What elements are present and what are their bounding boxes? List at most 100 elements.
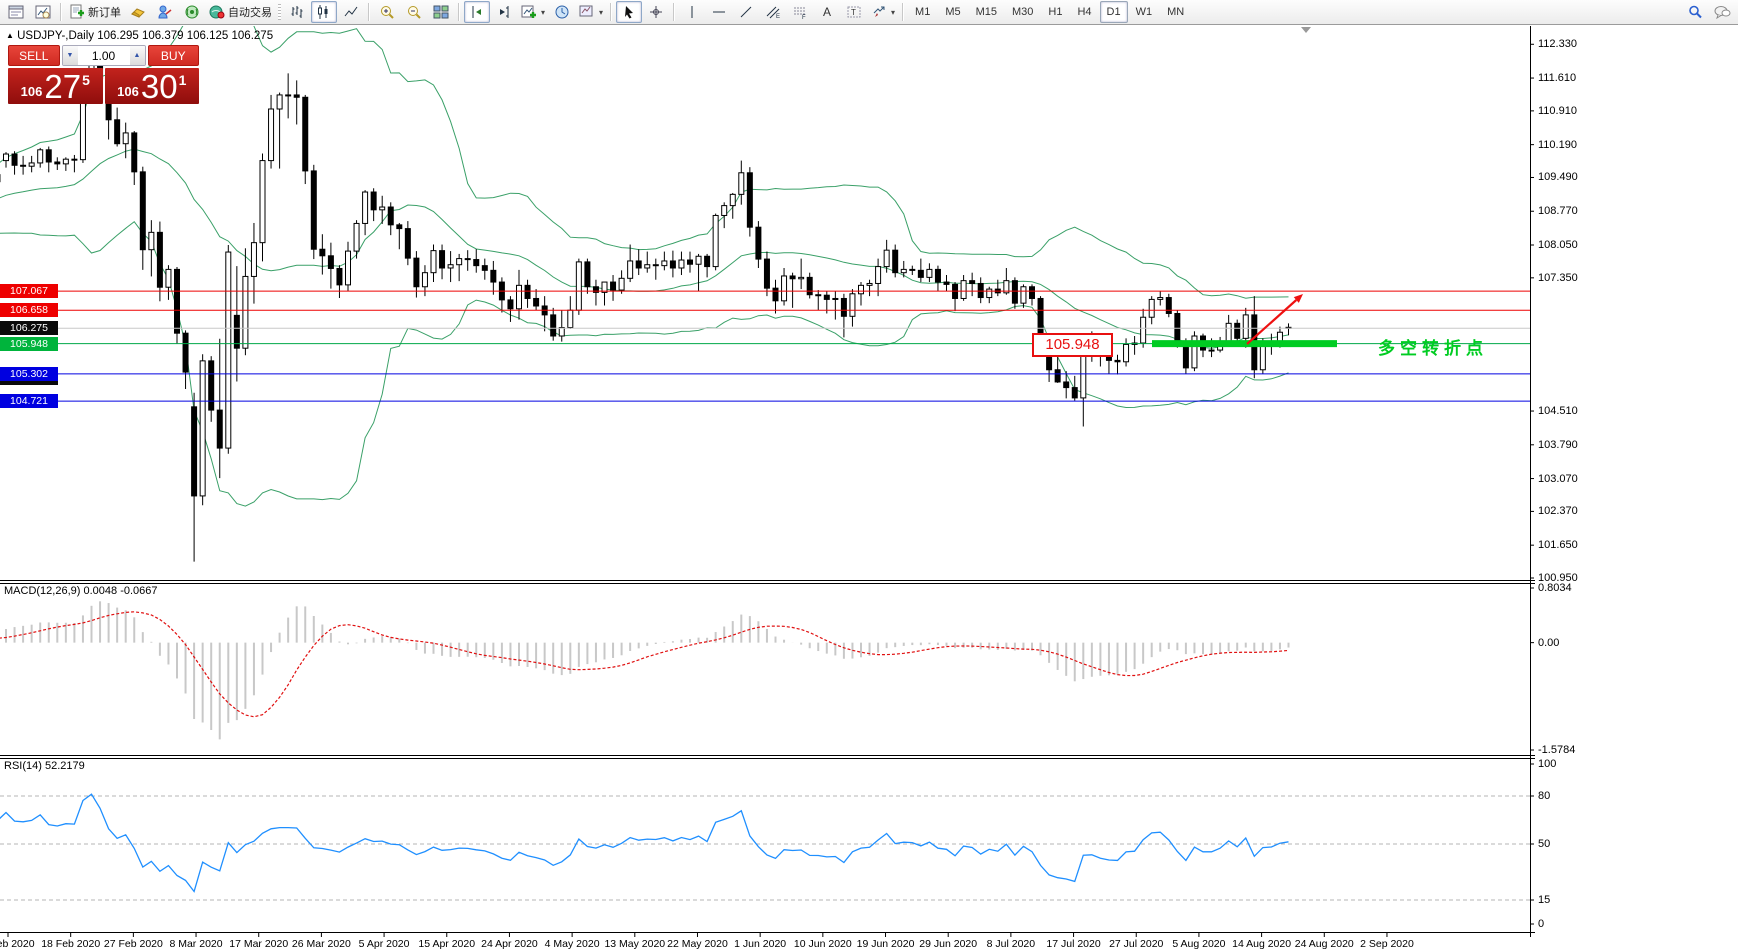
new-order-button[interactable]: 新订单: [66, 1, 124, 23]
price-badge-107.067: 107.067: [0, 284, 58, 298]
price-badge-105.302: 105.302: [0, 367, 58, 381]
label-tool-button[interactable]: T: [841, 1, 867, 23]
candle-chart-mode-button[interactable]: [311, 1, 337, 23]
buy-price-big: 30: [141, 72, 178, 102]
text-tool-button[interactable]: A: [814, 1, 840, 23]
price-tick-label: 104.510: [1538, 405, 1578, 418]
period-button[interactable]: [549, 1, 575, 23]
toolbar-separator: [610, 3, 612, 21]
add-indicator-button[interactable]: ▾: [518, 1, 548, 23]
volume-spinner: ▼ ▲: [62, 45, 146, 66]
timeframe-mn-button[interactable]: MN: [1160, 1, 1191, 23]
timeframe-h4-button[interactable]: H4: [1070, 1, 1098, 23]
price-chart-layer[interactable]: [0, 0, 1530, 562]
timeframe-label: W1: [1132, 6, 1157, 18]
rsi-line: [0, 794, 1288, 891]
sell-button[interactable]: SELL: [8, 45, 60, 66]
symbol-header: ▲ USDJPY-,Daily 106.295 106.379 106.125 …: [6, 30, 273, 42]
timeframe-m5-button[interactable]: M5: [938, 1, 967, 23]
zoom-out-button[interactable]: [401, 1, 427, 23]
news-button[interactable]: [179, 1, 205, 23]
rsi-tick-label: 80: [1538, 790, 1550, 803]
date-label: 5 Apr 2020: [359, 938, 410, 950]
volume-increase-button[interactable]: ▲: [130, 46, 145, 65]
symbol-ohlc-text: USDJPY-,Daily 106.295 106.379 106.125 10…: [17, 30, 273, 42]
rsi-name: RSI(14): [4, 760, 42, 772]
sell-price-button[interactable]: 106 27 5: [8, 68, 103, 104]
date-label: 29 Jun 2020: [919, 938, 977, 950]
rsi-value: 52.2179: [45, 760, 85, 772]
timeframe-w1-button[interactable]: W1: [1129, 1, 1160, 23]
rsi-tick-label: 15: [1538, 894, 1550, 907]
template-button[interactable]: ▾: [576, 1, 606, 23]
volume-input[interactable]: [78, 46, 130, 65]
toolbar-grip: [278, 4, 281, 20]
trendline-tool-button[interactable]: [733, 1, 759, 23]
toolbar-separator: [902, 3, 904, 21]
tick-chart-button[interactable]: [30, 1, 56, 23]
sell-price-pip: 5: [82, 72, 90, 88]
buy-price-button[interactable]: 106 30 1: [105, 68, 200, 104]
channel-tool-button[interactable]: E: [760, 1, 786, 23]
date-label: 15 Apr 2020: [418, 938, 475, 950]
vertical-line-tool-button[interactable]: [679, 1, 705, 23]
date-label: 1 Jun 2020: [734, 938, 786, 950]
candlestick-series: [0, 49, 1291, 562]
strategy-tester-icon: [157, 4, 173, 20]
price-flag-105948[interactable]: 105.948: [1032, 333, 1113, 357]
arrange-right-icon: [496, 4, 512, 20]
search-icon: [1687, 4, 1703, 20]
tile-windows-button[interactable]: [428, 1, 454, 23]
cursor-tool-button[interactable]: [616, 1, 642, 23]
crosshair-tool-button[interactable]: [643, 1, 669, 23]
timeframe-h1-button[interactable]: H1: [1041, 1, 1069, 23]
bar-chart-icon: [289, 4, 305, 20]
timeframe-m1-button[interactable]: M1: [908, 1, 937, 23]
chart-canvas[interactable]: [0, 0, 1738, 950]
buy-price-prefix: 106: [117, 84, 139, 99]
horizontal-line-tool-button[interactable]: [706, 1, 732, 23]
svg-text:F: F: [802, 15, 806, 20]
trendline-icon: [738, 4, 754, 20]
buy-button[interactable]: BUY: [148, 45, 200, 66]
timeframe-m15-button[interactable]: M15: [969, 1, 1004, 23]
macd-layer[interactable]: [0, 601, 1288, 739]
date-label: 17 Mar 2020: [229, 938, 288, 950]
shapes-tool-button[interactable]: ▾: [868, 1, 898, 23]
new-order-icon: [69, 4, 85, 20]
arrange-right-button[interactable]: [491, 1, 517, 23]
volume-decrease-button[interactable]: ▼: [63, 46, 78, 65]
timeframe-label: MN: [1163, 6, 1188, 18]
rsi-layer[interactable]: [0, 794, 1530, 900]
news-icon: [184, 4, 200, 20]
bar-chart-mode-button[interactable]: [284, 1, 310, 23]
charts-window-icon: [8, 4, 24, 20]
line-chart-mode-button[interactable]: [338, 1, 364, 23]
date-label: 8 Jul 2020: [987, 938, 1035, 950]
date-label: 13 May 2020: [604, 938, 665, 950]
quotes-button[interactable]: [125, 1, 151, 23]
charts-window-button[interactable]: [3, 1, 29, 23]
collapse-triangle-icon[interactable]: ▲: [6, 31, 14, 40]
bollinger-middle-band: [0, 149, 1289, 348]
fibonacci-tool-button[interactable]: F: [787, 1, 813, 23]
auto-trading-button[interactable]: 自动交易: [206, 1, 275, 23]
price-badge-105.948: 105.948: [0, 337, 58, 351]
date-label: 2 Sep 2020: [1360, 938, 1414, 950]
zoom-in-button[interactable]: [374, 1, 400, 23]
date-label: 19 Jun 2020: [857, 938, 915, 950]
arrange-left-button[interactable]: [464, 1, 490, 23]
toolbar-separator: [673, 3, 675, 21]
macd-tick-label: 0.8034: [1538, 582, 1572, 595]
timeframe-m30-button[interactable]: M30: [1005, 1, 1040, 23]
clock-icon: [554, 4, 570, 20]
search-button[interactable]: [1682, 1, 1708, 23]
strategy-tester-button[interactable]: [152, 1, 178, 23]
price-tick-label: 110.190: [1538, 139, 1577, 152]
timeframe-d1-button[interactable]: D1: [1100, 1, 1128, 23]
price-tick-label: 107.350: [1538, 272, 1578, 285]
turning-point-annotation[interactable]: 多空转折点: [1378, 334, 1488, 359]
chart-shift-marker-icon[interactable]: [1301, 27, 1311, 33]
chat-button[interactable]: [1709, 1, 1735, 23]
toolbar-separator: [60, 3, 62, 21]
